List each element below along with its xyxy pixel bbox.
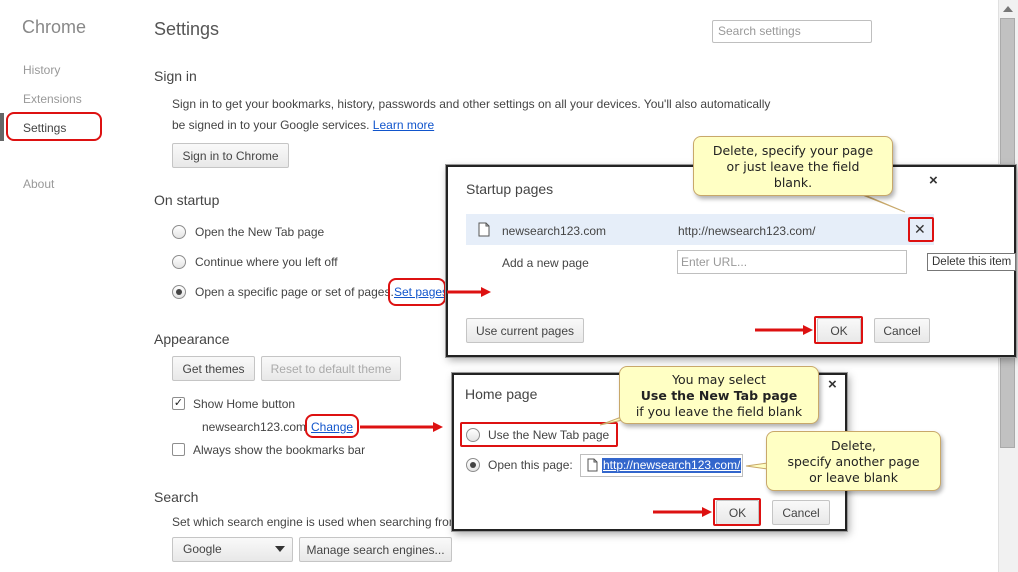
new-page-url-input[interactable]: Enter URL... (677, 250, 907, 274)
startup-option-newtab: Open the New Tab page (195, 225, 325, 239)
search-description: Set which search engine is used when sea… (172, 515, 459, 529)
section-title-startup: On startup (154, 192, 220, 208)
callout-line: You may select (672, 372, 766, 387)
sidebar-item-extensions[interactable]: Extensions (23, 92, 82, 106)
sign-in-button[interactable]: Sign in to Chrome (172, 143, 289, 168)
callout-line: or leave blank (809, 470, 898, 485)
startup-option-continue: Continue where you left off (195, 255, 338, 269)
chrome-brand: Chrome (22, 17, 87, 37)
section-title-search: Search (154, 489, 199, 505)
sign-in-description: Sign in to get your bookmarks, history, … (172, 97, 771, 111)
callout-line: Delete, specify your page (712, 143, 874, 158)
callout-delete-another: Delete, specify another page or leave bl… (766, 431, 941, 491)
callout-line: Use the New Tab page (640, 388, 798, 403)
bookmarks-bar-checkbox[interactable] (172, 443, 185, 456)
search-engine-value: Google (183, 542, 222, 556)
change-highlight (305, 414, 359, 438)
startup-radio-newtab[interactable] (172, 225, 186, 239)
callout-line: Delete, (830, 438, 877, 453)
callout-delete-specify: Delete, specify your page or just leave … (693, 136, 893, 196)
home-dialog-title: Home page (465, 386, 538, 402)
page-icon (478, 222, 490, 237)
page-title: Settings (154, 19, 220, 39)
reset-theme-button[interactable]: Reset to default theme (261, 356, 401, 381)
sidebar-item-about[interactable]: About (23, 177, 54, 191)
settings-highlight (6, 112, 102, 141)
bookmarks-bar-label: Always show the bookmarks bar (193, 443, 366, 457)
startup-radio-continue[interactable] (172, 255, 186, 269)
show-home-label: Show Home button (193, 397, 296, 411)
add-new-page-label: Add a new page (502, 256, 589, 270)
callout-line: specify another page (787, 454, 920, 469)
callout-line: if you leave the field blank (635, 404, 803, 419)
home-option-open: Open this page: (488, 458, 573, 472)
sidebar-item-history[interactable]: History (23, 63, 60, 77)
scroll-up-icon[interactable] (1003, 6, 1013, 12)
search-input[interactable]: Search settings (712, 20, 872, 43)
home-dialog-close-icon[interactable]: × (828, 376, 837, 393)
sign-in-description-2: be signed in to your Google services. Le… (172, 118, 434, 132)
startup-page-name: newsearch123.com (502, 224, 607, 238)
delete-item-tooltip: Delete this item (927, 253, 1017, 271)
startup-page-url: http://newsearch123.com/ (678, 224, 816, 238)
remove-item-icon[interactable]: ✕ (914, 221, 926, 238)
startup-cancel-button[interactable]: Cancel (874, 318, 930, 343)
startup-dialog-title: Startup pages (466, 181, 554, 197)
startup-option-specific: Open a specific page or set of pages. (195, 285, 394, 299)
search-engine-select[interactable]: Google (172, 537, 293, 562)
home-radio-open[interactable] (466, 458, 480, 472)
section-title-sign-in: Sign in (154, 68, 197, 84)
startup-ok-highlight (814, 316, 863, 344)
home-ok-highlight (713, 498, 761, 526)
home-url-selected-text: http://newsearch123.com/ (602, 458, 742, 473)
home-url-text: newsearch123.com (202, 420, 307, 434)
callout-line: blank. (773, 175, 813, 190)
get-themes-button[interactable]: Get themes (172, 356, 255, 381)
manage-search-engines-button[interactable]: Manage search engines... (299, 537, 452, 562)
startup-radio-specific[interactable] (172, 285, 186, 299)
home-newtab-highlight (460, 422, 618, 447)
section-title-appearance: Appearance (154, 331, 230, 347)
startup-dialog-close-icon[interactable]: × (929, 172, 938, 189)
callout-line: or just leave the field (726, 159, 860, 174)
set-pages-highlight (388, 278, 446, 306)
chevron-down-icon (275, 546, 285, 552)
sidebar-active-indicator (0, 113, 4, 141)
home-cancel-button[interactable]: Cancel (772, 500, 830, 525)
sign-in-description-text: be signed in to your Google services. (172, 118, 370, 132)
use-current-pages-button[interactable]: Use current pages (466, 318, 584, 343)
callout-may-select: You may select Use the New Tab page if y… (619, 366, 819, 424)
show-home-checkbox[interactable]: ✓ (172, 397, 185, 410)
page-icon (587, 458, 598, 472)
learn-more-link[interactable]: Learn more (373, 118, 434, 132)
